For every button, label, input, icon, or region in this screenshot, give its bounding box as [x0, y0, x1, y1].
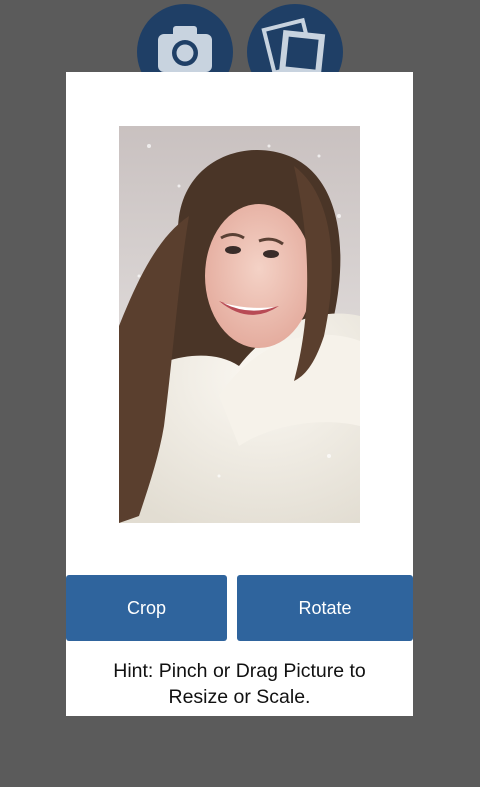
- hint-line-2: Resize or Scale.: [168, 686, 311, 708]
- hint-line-1: Hint: Pinch or Drag Picture to: [113, 660, 366, 682]
- crop-button[interactable]: Crop: [66, 575, 227, 641]
- rotate-button[interactable]: Rotate: [237, 575, 413, 641]
- portrait-photo[interactable]: [119, 126, 360, 523]
- hint-text: Hint: Pinch or Drag Picture to Resize or…: [66, 658, 413, 710]
- image-editor-dialog: Crop Rotate Hint: Pinch or Drag Picture …: [66, 72, 413, 716]
